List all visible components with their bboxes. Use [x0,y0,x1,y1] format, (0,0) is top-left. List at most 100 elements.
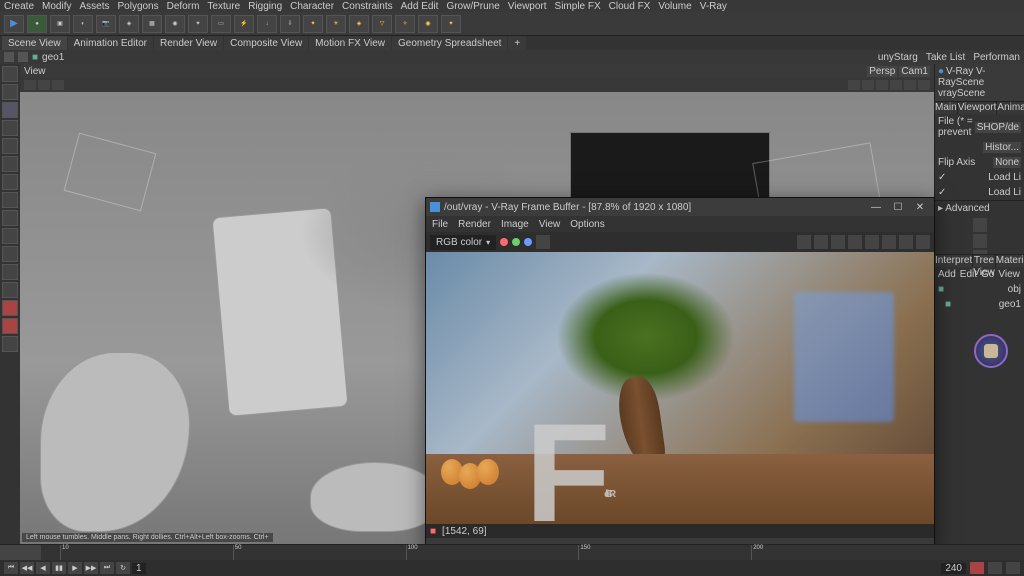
tool-view[interactable] [2,228,18,244]
vp-btn-3[interactable] [52,80,64,90]
vfb-menu-options[interactable]: Options [570,219,604,230]
net-obj[interactable]: obj [1008,284,1021,295]
shelf-physcam[interactable]: 📷 [96,15,116,33]
vp-btn-r5[interactable] [904,80,916,90]
rp-flip-select[interactable]: None [993,157,1021,168]
shelf-rectlight[interactable]: ▭ [211,15,231,33]
vfb-dot-r[interactable] [500,238,508,246]
menu-addedit[interactable]: Add Edit [401,1,439,12]
rp-ico-1[interactable] [973,218,987,232]
menu-volume[interactable]: Volume [658,1,691,12]
nav-fwd-icon[interactable] [18,52,28,62]
tab-renderview[interactable]: Render View [154,36,223,50]
tab-sceneview[interactable]: Scene View [2,36,67,50]
menu-texture[interactable]: Texture [207,1,240,12]
tool-cut[interactable] [2,210,18,226]
vp-persp-pill[interactable]: Persp [867,66,897,77]
vfb-dot-g[interactable] [512,238,520,246]
rp-tab-viewport[interactable]: Viewport [958,102,998,114]
rp-check1[interactable]: ✓ [938,172,946,183]
path-takelist[interactable]: Take List [926,52,965,63]
shelf-snelke[interactable]: ✦ [188,15,208,33]
menu-character[interactable]: Character [290,1,334,12]
tool-render[interactable] [2,246,18,262]
rp-ico-2[interactable] [973,234,987,248]
rp-tab-anima[interactable]: Anima [997,102,1024,114]
nettab-materials[interactable]: Materials [996,255,1024,267]
net-add[interactable]: Add [938,269,956,280]
tab-add[interactable]: + [508,36,526,50]
vfb-cc-icon[interactable] [899,235,913,249]
vp-btn-r4[interactable] [890,80,902,90]
vfb-render-image[interactable] [426,252,934,524]
tl-loop[interactable]: ↻ [116,562,130,574]
vfb-clear-icon[interactable] [865,235,879,249]
tool-color[interactable] [2,336,18,352]
tool-lasso[interactable] [2,84,18,100]
vp-cam-pill[interactable]: Cam1 [899,66,930,77]
vfb-stop-icon[interactable]: ■ [430,526,436,537]
vfb-close[interactable]: ✕ [910,200,930,214]
floating-record-icon[interactable] [974,334,1008,368]
tl-stepback[interactable]: ◀ [36,562,50,574]
tl-end[interactable]: 240 [941,563,966,574]
shelf-sop[interactable]: ● [27,15,47,33]
vp-btn-r6[interactable] [918,80,930,90]
tl-auto[interactable] [970,562,984,574]
vfb-menu-view[interactable]: View [539,219,561,230]
vfb-minimize[interactable]: — [866,200,886,214]
shelf-lighties[interactable]: ☀ [326,15,346,33]
shelf-importhov[interactable]: ↓ [257,15,277,33]
tl-last[interactable]: ⏭ [100,562,114,574]
rp-check2[interactable]: ✓ [938,187,946,198]
vfb-maximize[interactable]: ☐ [888,200,908,214]
vfb-region-icon[interactable] [831,235,845,249]
shelf-lightintent[interactable]: ✦ [303,15,323,33]
tl-key[interactable] [988,562,1002,574]
menu-rigging[interactable]: Rigging [248,1,282,12]
nettab-interpret[interactable]: Interpret [935,255,973,267]
vfb-mono-icon[interactable] [536,235,550,249]
vfb-dot-b[interactable] [524,238,532,246]
vp-btn-1[interactable] [24,80,36,90]
menu-cloudfx[interactable]: Cloud FX [609,1,651,12]
vfb-save-icon[interactable] [797,235,811,249]
path-strategy[interactable]: unyStarg [878,52,918,63]
vp-btn-r3[interactable] [876,80,888,90]
shelf-ipr[interactable]: ▣ [50,15,70,33]
shelf-showid[interactable]: ◐ [73,15,93,33]
net-go[interactable]: Go [981,269,994,280]
menu-constraints[interactable]: Constraints [342,1,393,12]
tool-rotate[interactable] [2,120,18,136]
path-label[interactable]: geo1 [42,52,64,63]
vp-btn-r1[interactable] [848,80,860,90]
tab-motionfx[interactable]: Motion FX View [309,36,391,50]
path-perf[interactable]: Performan [973,52,1020,63]
menu-assets[interactable]: Assets [79,1,109,12]
tool-brush[interactable] [2,174,18,190]
tool-handle[interactable] [2,156,18,172]
tl-frame[interactable]: 1 [132,563,146,574]
menu-vray[interactable]: V-Ray [700,1,727,12]
vfb-menu-render[interactable]: Render [458,219,491,230]
shelf-lightsem[interactable]: ✧ [395,15,415,33]
tl-first[interactable]: ⏮ [4,562,18,574]
net-geo1[interactable]: geo1 [999,299,1021,310]
vfb-lens-icon[interactable] [916,235,930,249]
vray-frame-buffer[interactable]: /out/vray - V-Ray Frame Buffer - [87.8% … [425,197,935,553]
tl-pause[interactable]: ▮▮ [52,562,66,574]
net-view[interactable]: View [998,269,1020,280]
vfb-titlebar[interactable]: /out/vray - V-Ray Frame Buffer - [87.8% … [426,198,934,216]
shelf-importscen[interactable]: ⇩ [280,15,300,33]
menu-viewport[interactable]: Viewport [508,1,547,12]
tab-compview[interactable]: Composite View [224,36,308,50]
vp-btn-2[interactable] [38,80,50,90]
tool-select[interactable] [2,66,18,82]
vfb-history-icon[interactable] [882,235,896,249]
nettab-treeview[interactable]: Tree View [973,255,996,267]
vfb-copy-icon[interactable] [814,235,828,249]
shelf-lightmesh[interactable]: ◈ [349,15,369,33]
nav-back-icon[interactable] [4,52,14,62]
path-obj-icon[interactable]: ■ [32,52,38,63]
shelf-meshlight[interactable]: ◈ [119,15,139,33]
